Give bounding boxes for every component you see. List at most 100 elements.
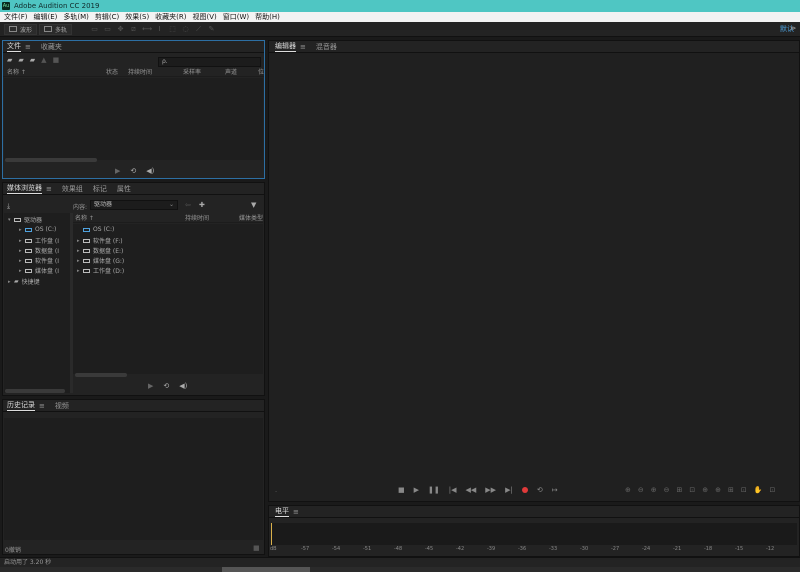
tree-item-g[interactable]: ▸ 媒体盘 (I [19, 266, 59, 276]
menu-edit[interactable]: 编辑(E) [34, 12, 58, 22]
loop-icon[interactable]: ⟲ [537, 486, 543, 494]
tab-favorites[interactable]: 收藏夹 [41, 42, 62, 52]
waveform-button[interactable]: 波形 [4, 23, 38, 35]
play-icon[interactable]: ▶ [414, 486, 419, 494]
workspace-menu-icon[interactable]: ≫ [790, 25, 796, 32]
rewind-icon[interactable]: ◀◀ [466, 486, 477, 494]
panel-menu-icon[interactable]: ≡ [46, 185, 52, 193]
menu-window[interactable]: 窗口(W) [223, 12, 249, 22]
add-shortcut-icon[interactable]: ✚ [199, 201, 205, 209]
go-to-end-icon[interactable]: ▶| [505, 486, 513, 494]
file-row[interactable]: ▸ 媒体盘 (G:) [77, 256, 124, 266]
tab-properties[interactable]: 属性 [117, 184, 131, 194]
time-selection-tool-icon[interactable]: I [155, 25, 164, 34]
panel-menu-icon[interactable]: ≡ [293, 508, 299, 516]
col-name[interactable]: 名称 ↑ [7, 67, 26, 76]
filter-icon[interactable]: ▼ [251, 201, 256, 209]
play-icon[interactable]: ▶ [115, 167, 120, 175]
menu-file[interactable]: 文件(F) [4, 12, 28, 22]
zoom-out-time-icon[interactable]: ⊖ [664, 486, 670, 494]
autoplay-icon[interactable]: ◀) [146, 167, 154, 175]
delete-history-icon[interactable]: ■ [253, 544, 260, 552]
tab-effects-rack[interactable]: 效果组 [62, 184, 83, 194]
file-row[interactable]: ▸ 软件盘 (F:) [77, 236, 123, 246]
col-channels[interactable]: 声道 [225, 67, 237, 76]
zoom-hand-icon[interactable]: ✋ [754, 486, 763, 494]
tree-item-e[interactable]: ▸ 数据盘 (I [19, 246, 59, 256]
multitrack-button[interactable]: 多轨 [39, 23, 73, 35]
col-samplerate[interactable]: 采样率 [183, 67, 201, 76]
loop-icon[interactable]: ⟲ [163, 382, 169, 390]
file-row[interactable]: ▸ 数据盘 (E:) [77, 246, 123, 256]
fast-forward-icon[interactable]: ▶▶ [485, 486, 496, 494]
panel-menu-icon[interactable]: ≡ [300, 43, 306, 51]
new-file-icon[interactable]: ▰ [30, 56, 35, 64]
pitch-display-icon[interactable]: ▭ [103, 25, 112, 34]
tree-scrollbar[interactable] [5, 389, 65, 393]
menu-help[interactable]: 帮助(H) [255, 12, 280, 22]
move-tool-icon[interactable]: ✥ [116, 25, 125, 34]
col-status[interactable]: 状态 [106, 67, 118, 76]
zoom-to-selection-icon[interactable]: ⊞ [728, 486, 734, 494]
menu-clip[interactable]: 剪辑(C) [95, 12, 119, 22]
tab-editor[interactable]: 编辑器 ≡ [275, 41, 306, 52]
files-scrollbar[interactable] [5, 158, 97, 162]
zoom-reset-icon[interactable]: ⊡ [769, 486, 775, 494]
lasso-tool-icon[interactable]: ◌ [181, 25, 190, 34]
menu-favorites[interactable]: 收藏夹(R) [155, 12, 186, 22]
col-name[interactable]: 名称 ↑ [75, 213, 94, 222]
back-icon[interactable]: ⇦ [185, 201, 191, 209]
open-folder-icon[interactable]: ▰ [7, 56, 12, 64]
autoplay-icon[interactable]: ◀) [179, 382, 187, 390]
col-media-type[interactable]: 媒体类型 [239, 213, 263, 222]
zoom-in-right-icon[interactable]: ⊕ [715, 486, 721, 494]
spot-healing-icon[interactable]: ✎ [207, 25, 216, 34]
tree-item-shortcuts[interactable]: ▸ ▰ 快捷键 [8, 277, 40, 286]
razor-tool-icon[interactable]: ⧄ [129, 25, 138, 34]
tab-markers[interactable]: 标记 [93, 184, 107, 194]
tree-item-c[interactable]: ▸ OS (C:) [19, 226, 56, 233]
files-scrollbar[interactable] [75, 373, 127, 377]
col-bit[interactable]: 位 [258, 67, 264, 76]
zoom-in-left-icon[interactable]: ⊕ [702, 486, 708, 494]
record-icon[interactable] [521, 487, 528, 493]
zoom-in-time-icon[interactable]: ⊕ [651, 486, 657, 494]
stop-icon[interactable]: ■ [398, 486, 405, 494]
open-location-icon[interactable]: ⤓ [7, 202, 10, 211]
col-duration[interactable]: 持续时间 [128, 67, 152, 76]
menu-effects[interactable]: 效果(S) [125, 12, 149, 22]
delete-icon[interactable]: ■ [53, 56, 60, 64]
zoom-out-amplitude-icon[interactable]: ⊖ [638, 486, 644, 494]
loop-icon[interactable]: ⟲ [130, 167, 136, 175]
tree-item-f[interactable]: ▸ 软件盘 (I [19, 256, 59, 266]
zoom-out-full-icon[interactable]: ⊡ [689, 486, 695, 494]
tree-item-drives[interactable]: ▾ 驱动器 [8, 215, 42, 225]
col-duration[interactable]: 持续时间 [185, 213, 209, 222]
panel-menu-icon[interactable]: ≡ [25, 43, 31, 51]
tab-media-browser[interactable]: 媒体浏览器 ≡ [7, 183, 52, 194]
go-to-start-icon[interactable]: |◀ [449, 486, 457, 494]
spectral-display-icon[interactable]: ▭ [90, 25, 99, 34]
tree-item-d[interactable]: ▸ 工作盘 (I [19, 236, 59, 246]
tab-video[interactable]: 视频 [55, 401, 69, 411]
pause-icon[interactable]: ❚❚ [428, 486, 440, 494]
content-dropdown[interactable]: 驱动器 ⌄ [90, 200, 178, 210]
tab-files[interactable]: 文件 ≡ [7, 41, 31, 52]
files-search-input[interactable]: ρ. [158, 57, 261, 67]
tab-history[interactable]: 历史记录 ≡ [7, 400, 45, 411]
slip-tool-icon[interactable]: ⟷ [142, 25, 152, 34]
zoom-selection-icon[interactable]: ⊞ [677, 486, 683, 494]
tab-levels[interactable]: 电平 ≡ [275, 506, 299, 517]
file-row[interactable]: ▸ 工作盘 (D:) [77, 266, 124, 276]
marquee-tool-icon[interactable]: ⬚ [168, 25, 177, 34]
brush-tool-icon[interactable]: ⟋ [194, 25, 203, 34]
menu-multitrack[interactable]: 多轨(M) [63, 12, 89, 22]
insert-multitrack-icon[interactable]: ▲ [41, 56, 46, 64]
zoom-fit-icon[interactable]: ⊡ [741, 486, 747, 494]
file-row[interactable]: OS (C:) [77, 226, 114, 233]
import-icon[interactable]: ▰ [18, 56, 23, 64]
tab-mixer[interactable]: 混音器 [316, 42, 337, 52]
skip-selection-icon[interactable]: ↦ [552, 486, 558, 494]
menu-view[interactable]: 视图(V) [193, 12, 217, 22]
panel-menu-icon[interactable]: ≡ [39, 402, 45, 410]
